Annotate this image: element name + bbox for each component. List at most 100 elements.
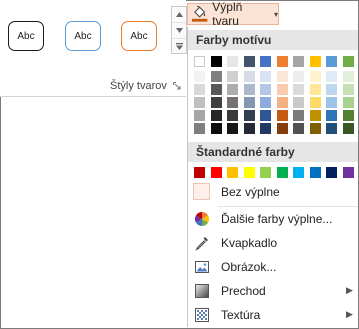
- standard-color-swatch[interactable]: [227, 167, 238, 178]
- theme-color-swatch[interactable]: [293, 123, 304, 134]
- picture-fill-item[interactable]: Obrázok...: [188, 255, 358, 279]
- shape-style-preview: Abc: [121, 21, 157, 51]
- theme-color-swatch[interactable]: [243, 123, 255, 134]
- theme-color-swatch[interactable]: [210, 84, 222, 95]
- theme-color-swatch[interactable]: [194, 97, 205, 108]
- standard-color-swatch[interactable]: [309, 167, 321, 178]
- shape-style-2[interactable]: Abc: [61, 18, 105, 54]
- theme-color-swatch[interactable]: [276, 56, 288, 67]
- theme-color-swatch[interactable]: [210, 97, 222, 108]
- menu-item-label: Prechod: [221, 284, 266, 298]
- chevron-up-icon: [175, 12, 183, 17]
- texture-item[interactable]: Textúra ▶: [188, 303, 358, 327]
- theme-color-swatch[interactable]: [243, 84, 255, 95]
- gallery-more-button[interactable]: [172, 39, 186, 54]
- menu-item-label: Bez výplne: [221, 185, 280, 199]
- theme-color-swatch[interactable]: [293, 97, 304, 108]
- gradient-icon: [195, 284, 209, 298]
- theme-color-swatch[interactable]: [326, 84, 337, 95]
- theme-color-swatch[interactable]: [326, 123, 337, 134]
- gradient-item[interactable]: Prechod ▶: [188, 279, 358, 303]
- gallery-scroll-up-button[interactable]: [172, 7, 186, 23]
- standard-color-swatch[interactable]: [342, 167, 354, 178]
- theme-color-swatch[interactable]: [309, 71, 321, 82]
- theme-color-swatch[interactable]: [210, 56, 222, 67]
- theme-color-swatch[interactable]: [194, 110, 205, 121]
- theme-color-swatch[interactable]: [227, 97, 238, 108]
- theme-color-swatch[interactable]: [276, 123, 288, 134]
- theme-color-swatch[interactable]: [326, 71, 337, 82]
- theme-color-swatch[interactable]: [227, 84, 238, 95]
- theme-color-swatch[interactable]: [194, 84, 205, 95]
- shape-fill-button[interactable]: Výplň tvaru ▾: [187, 0, 279, 28]
- menu-item-label: Textúra: [221, 308, 261, 322]
- theme-color-swatch[interactable]: [260, 110, 271, 121]
- theme-color-swatch[interactable]: [309, 123, 321, 134]
- theme-color-swatch[interactable]: [342, 56, 354, 67]
- theme-color-swatch[interactable]: [227, 56, 238, 67]
- menu-item-label: Ďalšie farby výplne...: [221, 212, 333, 226]
- theme-color-swatch[interactable]: [194, 123, 205, 134]
- standard-color-swatch[interactable]: [243, 167, 255, 178]
- texture-icon: [195, 308, 209, 322]
- theme-color-swatch[interactable]: [309, 110, 321, 121]
- theme-color-swatch[interactable]: [326, 97, 337, 108]
- theme-color-swatch[interactable]: [243, 71, 255, 82]
- theme-color-swatch[interactable]: [260, 71, 271, 82]
- group-label: Štýly tvarov: [110, 80, 167, 92]
- theme-color-swatch[interactable]: [309, 56, 321, 67]
- theme-color-swatch[interactable]: [276, 97, 288, 108]
- eyedropper-item[interactable]: Kvapkadlo: [188, 231, 358, 255]
- no-fill-item[interactable]: Bez výplne: [188, 180, 358, 204]
- theme-color-swatch[interactable]: [342, 110, 354, 121]
- theme-color-swatch[interactable]: [260, 56, 271, 67]
- standard-color-swatch[interactable]: [260, 167, 271, 178]
- no-fill-icon: [193, 183, 210, 200]
- theme-color-swatch[interactable]: [243, 110, 255, 121]
- theme-color-swatch[interactable]: [342, 84, 354, 95]
- standard-color-swatch[interactable]: [293, 167, 304, 178]
- shape-style-1[interactable]: Abc: [4, 18, 48, 54]
- standard-color-swatch[interactable]: [276, 167, 288, 178]
- theme-color-swatch[interactable]: [227, 110, 238, 121]
- theme-color-swatch[interactable]: [227, 71, 238, 82]
- theme-color-swatch[interactable]: [210, 71, 222, 82]
- theme-color-swatch[interactable]: [210, 110, 222, 121]
- theme-color-swatch[interactable]: [210, 123, 222, 134]
- theme-color-swatch[interactable]: [227, 123, 238, 134]
- more-fill-colors-item[interactable]: Ďalšie farby výplne...: [188, 207, 358, 231]
- dialog-launcher-icon[interactable]: [173, 82, 181, 90]
- shape-style-3[interactable]: Abc: [117, 18, 161, 54]
- menu-item-label: Kvapkadlo: [221, 236, 278, 250]
- theme-color-swatch[interactable]: [276, 110, 288, 121]
- standard-color-swatch[interactable]: [194, 167, 205, 178]
- shape-style-preview: Abc: [65, 21, 101, 51]
- paint-bucket-icon: [191, 5, 208, 22]
- theme-color-swatch[interactable]: [243, 56, 255, 67]
- standard-color-swatch[interactable]: [326, 167, 337, 178]
- theme-color-swatch[interactable]: [293, 110, 304, 121]
- theme-color-swatch[interactable]: [326, 56, 337, 67]
- gallery-scroll-down-button[interactable]: [172, 23, 186, 39]
- theme-color-swatch[interactable]: [243, 97, 255, 108]
- theme-color-swatch[interactable]: [309, 84, 321, 95]
- theme-color-swatch[interactable]: [293, 84, 304, 95]
- theme-color-swatch[interactable]: [342, 71, 354, 82]
- theme-color-swatch[interactable]: [260, 97, 271, 108]
- theme-color-swatch[interactable]: [309, 97, 321, 108]
- theme-color-swatch[interactable]: [326, 110, 337, 121]
- theme-color-swatch[interactable]: [342, 123, 354, 134]
- theme-color-swatch[interactable]: [293, 56, 304, 67]
- theme-color-swatch[interactable]: [276, 71, 288, 82]
- more-icon: [175, 43, 183, 50]
- theme-color-swatch[interactable]: [293, 71, 304, 82]
- standard-color-swatch[interactable]: [210, 167, 222, 178]
- shape-style-preview: Abc: [8, 21, 44, 51]
- theme-color-swatch[interactable]: [194, 56, 205, 67]
- theme-color-swatch[interactable]: [342, 97, 354, 108]
- theme-color-swatch[interactable]: [260, 84, 271, 95]
- theme-color-swatch[interactable]: [260, 123, 271, 134]
- theme-color-swatch[interactable]: [276, 84, 288, 95]
- picture-icon: [195, 261, 209, 273]
- theme-color-swatch[interactable]: [194, 71, 205, 82]
